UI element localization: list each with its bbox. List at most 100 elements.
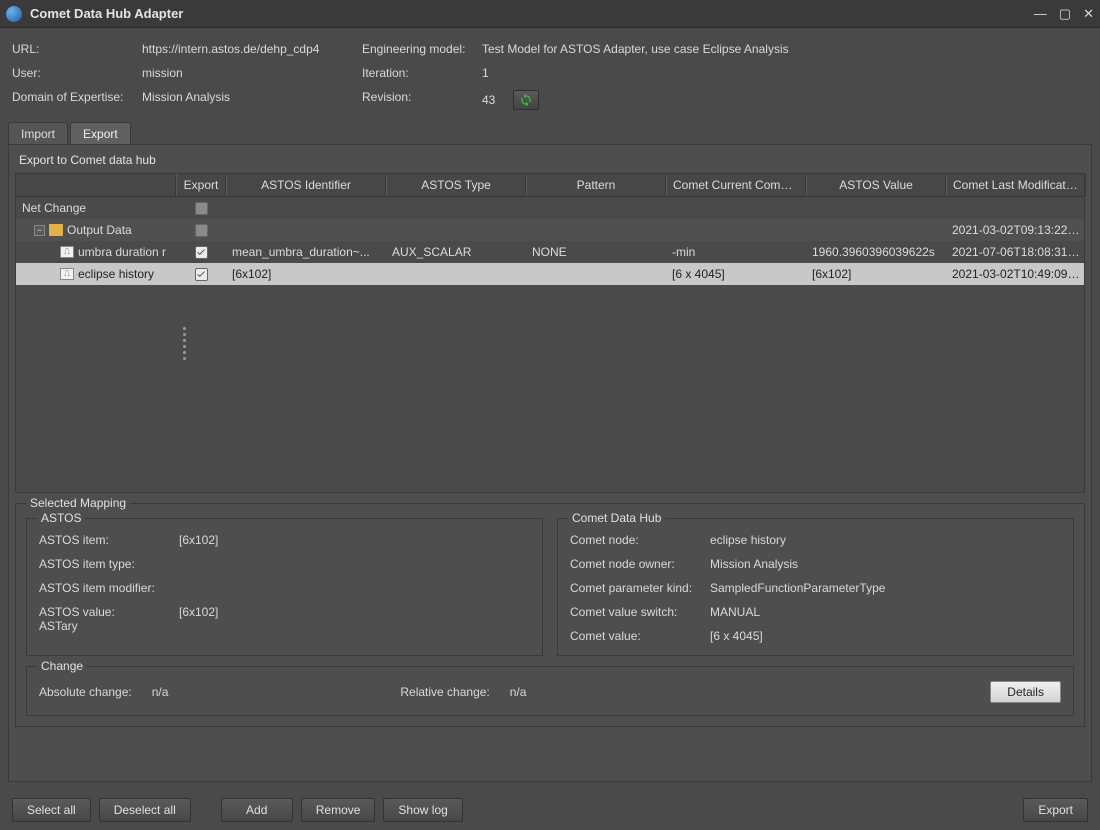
cell-astos-id: [6x102] [226,267,386,281]
astos-item-label: ASTOS item: [39,533,179,547]
table-row-eclipse[interactable]: ⎍ eclipse history [6x102] [6 x 4045] [6x… [16,263,1084,285]
eng-model-label: Engineering model: [362,42,482,56]
comet-node-label: Comet node: [570,533,710,547]
row-label: Net Change [22,201,86,215]
col-pattern[interactable]: Pattern [526,174,666,196]
comet-box-title: Comet Data Hub [568,511,665,525]
export-panel-title: Export to Comet data hub [19,153,1085,167]
rel-change-value: n/a [510,685,527,699]
col-astos-value[interactable]: ASTOS Value [806,174,946,196]
url-value: https://intern.astos.de/dehp_cdp4 [142,42,362,56]
tree-collapse-icon[interactable]: − [34,225,45,236]
minimize-icon[interactable]: — [1034,6,1047,22]
row-label: eclipse history [78,267,154,281]
astos-box: ASTOS ASTOS item: [6x102] ASTOS item typ… [26,518,543,656]
row-label: Output Data [67,223,132,237]
comet-param-label: Comet parameter kind: [570,581,710,595]
abs-change-value: n/a [152,685,169,699]
revision-label: Revision: [362,90,482,110]
astos-box-title: ASTOS [37,511,85,525]
cell-last-mod: 2021-03-02T10:49:09.072Z [946,267,1086,281]
user-value: mission [142,66,362,80]
show-log-button[interactable]: Show log [383,798,462,822]
data-item-icon: ⎍ [60,246,74,258]
select-all-button[interactable]: Select all [12,798,91,822]
change-box: Change Absolute change: n/a Relative cha… [26,666,1074,716]
col-export[interactable]: Export [176,174,226,196]
comet-owner-value: Mission Analysis [710,557,1061,571]
data-item-icon: ⎍ [60,268,74,280]
cell-pattern: NONE [526,245,666,259]
window-title: Comet Data Hub Adapter [30,6,183,21]
col-comet-last-mod[interactable]: Comet Last Modificatio... [946,174,1086,196]
astos-modifier-label: ASTOS item modifier: [39,581,179,595]
comet-switch-label: Comet value switch: [570,605,710,619]
comet-value-value: [6 x 4045] [710,629,1061,643]
revision-value: 43 [482,93,495,107]
export-table: Export ASTOS Identifier ASTOS Type Patte… [15,173,1085,493]
details-button[interactable]: Details [990,681,1061,703]
bottom-toolbar: Select all Deselect all Add Remove Show … [0,790,1100,830]
add-button[interactable]: Add [221,798,293,822]
folder-icon [49,224,63,236]
remove-button[interactable]: Remove [301,798,376,822]
comet-param-value: SampledFunctionParameterType [710,581,1061,595]
iteration-label: Iteration: [362,66,482,80]
comet-switch-value: MANUAL [710,605,1061,619]
maximize-icon[interactable]: ▢ [1059,6,1071,22]
row-label: umbra duration r [78,245,166,259]
rel-change-label: Relative change: [400,685,489,699]
window-titlebar: Comet Data Hub Adapter — ▢ ✕ [0,0,1100,28]
export-checkbox[interactable] [195,246,208,259]
app-icon [6,6,22,22]
astos-value-label: ASTOS value: [39,605,179,619]
tabs: Import Export [0,122,1100,144]
table-header: Export ASTOS Identifier ASTOS Type Patte… [16,174,1084,197]
selected-mapping-box: Selected Mapping ASTOS ASTOS item: [6x10… [15,503,1085,727]
selected-mapping-title: Selected Mapping [26,496,130,510]
tab-export[interactable]: Export [70,122,131,144]
cell-astos-type: AUX_SCALAR [386,245,526,259]
cell-comet-current: -min [666,245,806,259]
change-title: Change [37,659,87,673]
abs-change-label: Absolute change: [39,685,132,699]
deselect-all-button[interactable]: Deselect all [99,798,191,822]
check-icon [196,269,206,279]
comet-value-label: Comet value: [570,629,710,643]
astos-modifier-value [179,581,530,595]
cell-astos-id: mean_umbra_duration~... [226,245,386,259]
refresh-icon [519,93,533,107]
cell-astos-value: 1960.3960396039622s [806,245,946,259]
domain-label: Domain of Expertise: [12,90,142,110]
astos-type-value [179,557,530,571]
export-button[interactable]: Export [1023,798,1088,822]
table-row-net-change[interactable]: Net Change [16,197,1084,219]
col-tree [16,174,176,196]
iteration-value: 1 [482,66,1088,80]
cell-last-mod: 2021-07-06T18:08:31.24Z [946,245,1086,259]
col-comet-current[interactable]: Comet Current Comput... [666,174,806,196]
domain-value: Mission Analysis [142,90,362,110]
astos-value-value: [6x102] [179,605,530,619]
close-icon[interactable]: ✕ [1083,6,1094,22]
url-label: URL: [12,42,142,56]
tab-import[interactable]: Import [8,122,68,144]
col-astos-type[interactable]: ASTOS Type [386,174,526,196]
table-row-output-data[interactable]: − Output Data 2021-03-02T09:13:22.941Z [16,219,1084,241]
export-checkbox[interactable] [195,202,208,215]
refresh-button[interactable] [513,90,539,110]
column-resize-handle[interactable] [183,327,186,360]
user-label: User: [12,66,142,80]
cell-astos-value: [6x102] [806,267,946,281]
export-checkbox[interactable] [195,268,208,281]
col-astos-id[interactable]: ASTOS Identifier [226,174,386,196]
comet-owner-label: Comet node owner: [570,557,710,571]
astos-item-value: [6x102] [179,533,530,547]
cell-comet-current: [6 x 4045] [666,267,806,281]
connection-info: URL: https://intern.astos.de/dehp_cdp4 E… [0,28,1100,122]
comet-node-value: eclipse history [710,533,1061,547]
export-checkbox[interactable] [195,224,208,237]
export-panel: Export to Comet data hub Export ASTOS Id… [8,144,1092,782]
check-icon [196,247,206,257]
table-row-umbra[interactable]: ⎍ umbra duration r mean_umbra_duration~.… [16,241,1084,263]
